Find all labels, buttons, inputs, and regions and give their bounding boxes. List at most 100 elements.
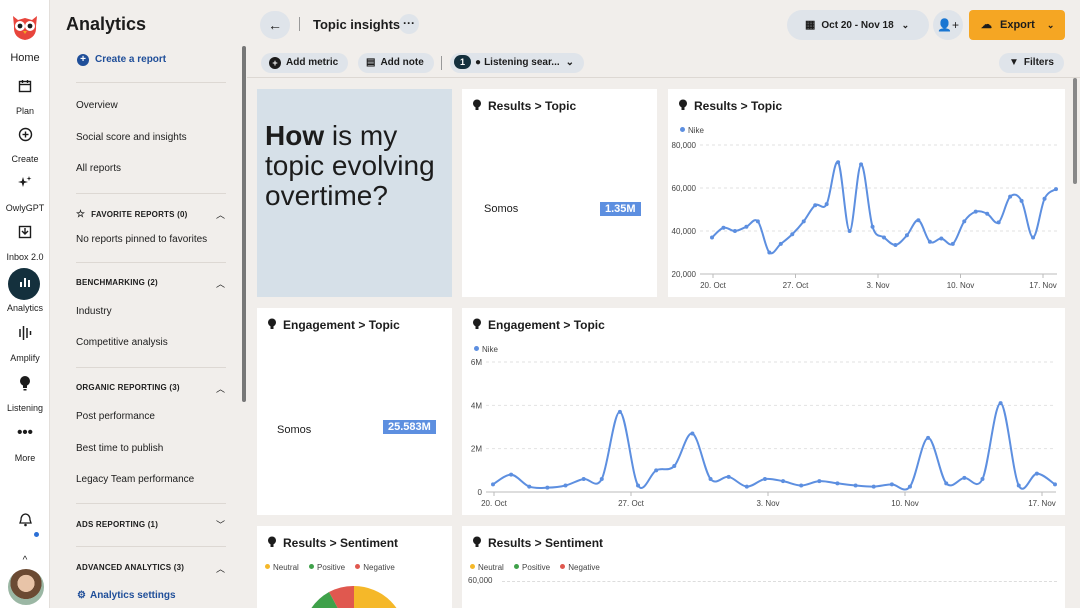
data-point bbox=[985, 211, 990, 216]
data-point bbox=[1008, 194, 1013, 199]
analytics-icon[interactable] bbox=[0, 276, 50, 292]
data-point bbox=[1019, 198, 1024, 203]
data-point bbox=[859, 162, 864, 167]
sidebar-scrollbar[interactable] bbox=[242, 46, 246, 402]
main-content: ← Topic insights ··· ▦ Oct 20 - Nov 18 ⌄ 👤… bbox=[247, 0, 1080, 608]
data-point bbox=[1042, 196, 1047, 201]
section-favorites[interactable]: ☆ FAVORITE REPORTS (0) bbox=[76, 209, 187, 220]
rail-label-amplify[interactable]: Amplify bbox=[0, 353, 50, 363]
export-button[interactable]: ☁ Export ⌄ bbox=[969, 10, 1065, 40]
main-scrollbar[interactable] bbox=[1073, 78, 1077, 184]
hero-card: How is my topic evolving overtime? bbox=[257, 89, 452, 297]
legend-item-negative[interactable]: Negative bbox=[560, 563, 600, 572]
filter-count-badge: 1 bbox=[454, 55, 472, 69]
x-tick-label: 27. Oct bbox=[783, 281, 810, 290]
divider bbox=[76, 193, 226, 194]
sidebar-item-competitive-analysis[interactable]: Competitive analysis bbox=[76, 337, 168, 348]
listening-search-filter[interactable]: 1 ● Listening sear... ⌄ bbox=[450, 53, 585, 73]
section-benchmarking[interactable]: BENCHMARKING (2) bbox=[76, 278, 158, 287]
analytics-settings-link[interactable]: ⚙ Analytics settings bbox=[77, 590, 176, 601]
add-user-button[interactable]: 👤+ bbox=[933, 10, 963, 40]
sidebar-item-post-performance[interactable]: Post performance bbox=[76, 411, 155, 422]
engagement-topic-metric-card: Engagement > Topic Somos 25.583M bbox=[257, 308, 452, 515]
data-point bbox=[870, 224, 875, 229]
rail-label-more[interactable]: More bbox=[0, 453, 50, 463]
x-tick-label: 3. Nov bbox=[756, 499, 779, 508]
back-button[interactable]: ← bbox=[260, 11, 290, 39]
add-user-icon: 👤+ bbox=[937, 18, 959, 32]
gridline bbox=[502, 581, 1057, 582]
avatar[interactable] bbox=[6, 567, 46, 607]
filters-button[interactable]: ▼ Filters bbox=[999, 53, 1064, 73]
rail-label-home[interactable]: Home bbox=[0, 52, 50, 64]
sidebar-item-industry[interactable]: Industry bbox=[76, 306, 112, 317]
sidebar-item-social-score[interactable]: Social score and insights bbox=[76, 132, 187, 143]
data-point bbox=[836, 160, 841, 165]
rail-label-create[interactable]: Create bbox=[0, 154, 50, 164]
sidebar-item-legacy-team[interactable]: Legacy Team performance bbox=[76, 474, 194, 485]
chevron-up-icon[interactable]: ︿ bbox=[216, 382, 225, 395]
chevron-down-icon: ⌄ bbox=[901, 20, 910, 30]
data-point bbox=[790, 232, 795, 237]
sidebar-item-all-reports[interactable]: All reports bbox=[76, 163, 121, 174]
divider bbox=[76, 367, 226, 368]
data-point bbox=[491, 482, 495, 487]
data-point bbox=[939, 236, 944, 241]
rail-label-analytics[interactable]: Analytics bbox=[0, 303, 50, 313]
lightbulb-icon bbox=[473, 99, 481, 110]
bell-icon[interactable] bbox=[0, 513, 50, 531]
data-point bbox=[545, 485, 550, 490]
legend-item-positive[interactable]: Positive bbox=[514, 563, 550, 572]
x-tick-label: 10. Nov bbox=[947, 281, 975, 290]
lightbulb-icon[interactable] bbox=[0, 375, 50, 395]
chevron-up-icon[interactable]: ︿ bbox=[216, 208, 225, 221]
y-tick-label: 20,000 bbox=[672, 270, 697, 279]
sidebar-item-overview[interactable]: Overview bbox=[76, 100, 118, 111]
data-point bbox=[944, 481, 949, 486]
rail-label-listening[interactable]: Listening bbox=[0, 403, 50, 413]
rail-label-plan[interactable]: Plan bbox=[0, 106, 50, 116]
divider bbox=[299, 17, 300, 31]
rail-label-inbox[interactable]: Inbox 2.0 bbox=[0, 252, 50, 262]
data-point bbox=[721, 225, 726, 230]
amplify-icon[interactable] bbox=[0, 325, 50, 345]
add-metric-button[interactable]: + Add metric bbox=[261, 53, 349, 73]
owl-logo-icon[interactable] bbox=[9, 10, 41, 42]
series-line-nike bbox=[711, 161, 1057, 255]
more-icon[interactable]: ••• bbox=[0, 425, 50, 441]
arrow-left-icon: ← bbox=[268, 17, 282, 33]
data-point bbox=[980, 477, 985, 481]
section-ads-reporting[interactable]: ADS REPORTING (1) bbox=[76, 520, 158, 529]
legend-item-neutral[interactable]: Neutral bbox=[470, 563, 504, 572]
results-sentiment-pie-card: Results > Sentiment Neutral Positive Neg… bbox=[257, 526, 452, 608]
chevron-down-icon[interactable]: ﹀ bbox=[216, 518, 225, 531]
data-point bbox=[599, 477, 604, 481]
data-point bbox=[527, 484, 532, 489]
rail-label-owlygpt[interactable]: OwlyGPT bbox=[0, 203, 50, 213]
metric-value: 1.35M bbox=[600, 202, 641, 216]
sentiment-pie-chart[interactable] bbox=[257, 526, 452, 608]
chevron-up-icon[interactable]: ︿ bbox=[216, 277, 225, 290]
data-point bbox=[755, 219, 760, 224]
add-note-button[interactable]: ▤ Add note bbox=[358, 53, 434, 73]
sidebar-item-best-time[interactable]: Best time to publish bbox=[76, 443, 163, 454]
date-range-button[interactable]: ▦ Oct 20 - Nov 18 ⌄ bbox=[787, 10, 929, 40]
chart-legend[interactable]: Neutral Positive Negative bbox=[470, 563, 608, 572]
data-point bbox=[672, 464, 677, 468]
results-topic-line-chart[interactable]: 20,000 40,000 60,000 80,000 20. Oct 27. Oct 3.… bbox=[668, 89, 1065, 297]
inbox-icon[interactable] bbox=[0, 225, 50, 243]
create-report-link[interactable]: + Create a report bbox=[77, 54, 166, 66]
plus-circle-icon[interactable] bbox=[0, 127, 50, 146]
calendar-icon[interactable] bbox=[0, 79, 50, 97]
results-topic-metric-card: Results > Topic Somos 1.35M bbox=[462, 89, 657, 297]
section-advanced-analytics[interactable]: ADVANCED ANALYTICS (3) bbox=[76, 563, 184, 572]
chevron-up-icon[interactable]: ︿ bbox=[216, 562, 225, 575]
data-point bbox=[916, 218, 921, 223]
results-sentiment-chart-card: Results > Sentiment Neutral Positive Neg… bbox=[462, 526, 1065, 608]
section-organic-reporting[interactable]: ORGANIC REPORTING (3) bbox=[76, 383, 180, 392]
data-point bbox=[889, 482, 894, 487]
sparkle-icon[interactable] bbox=[0, 175, 50, 195]
engagement-topic-line-chart[interactable]: 0 2M 4M 6M 20. Oct 27. Oct 3. Nov 10. Nov 17. No… bbox=[462, 308, 1065, 515]
more-options-button[interactable]: ··· bbox=[399, 14, 419, 34]
results-topic-chart-card: Results > Topic Nike 20,000 40,000 60,000 8… bbox=[668, 89, 1065, 297]
